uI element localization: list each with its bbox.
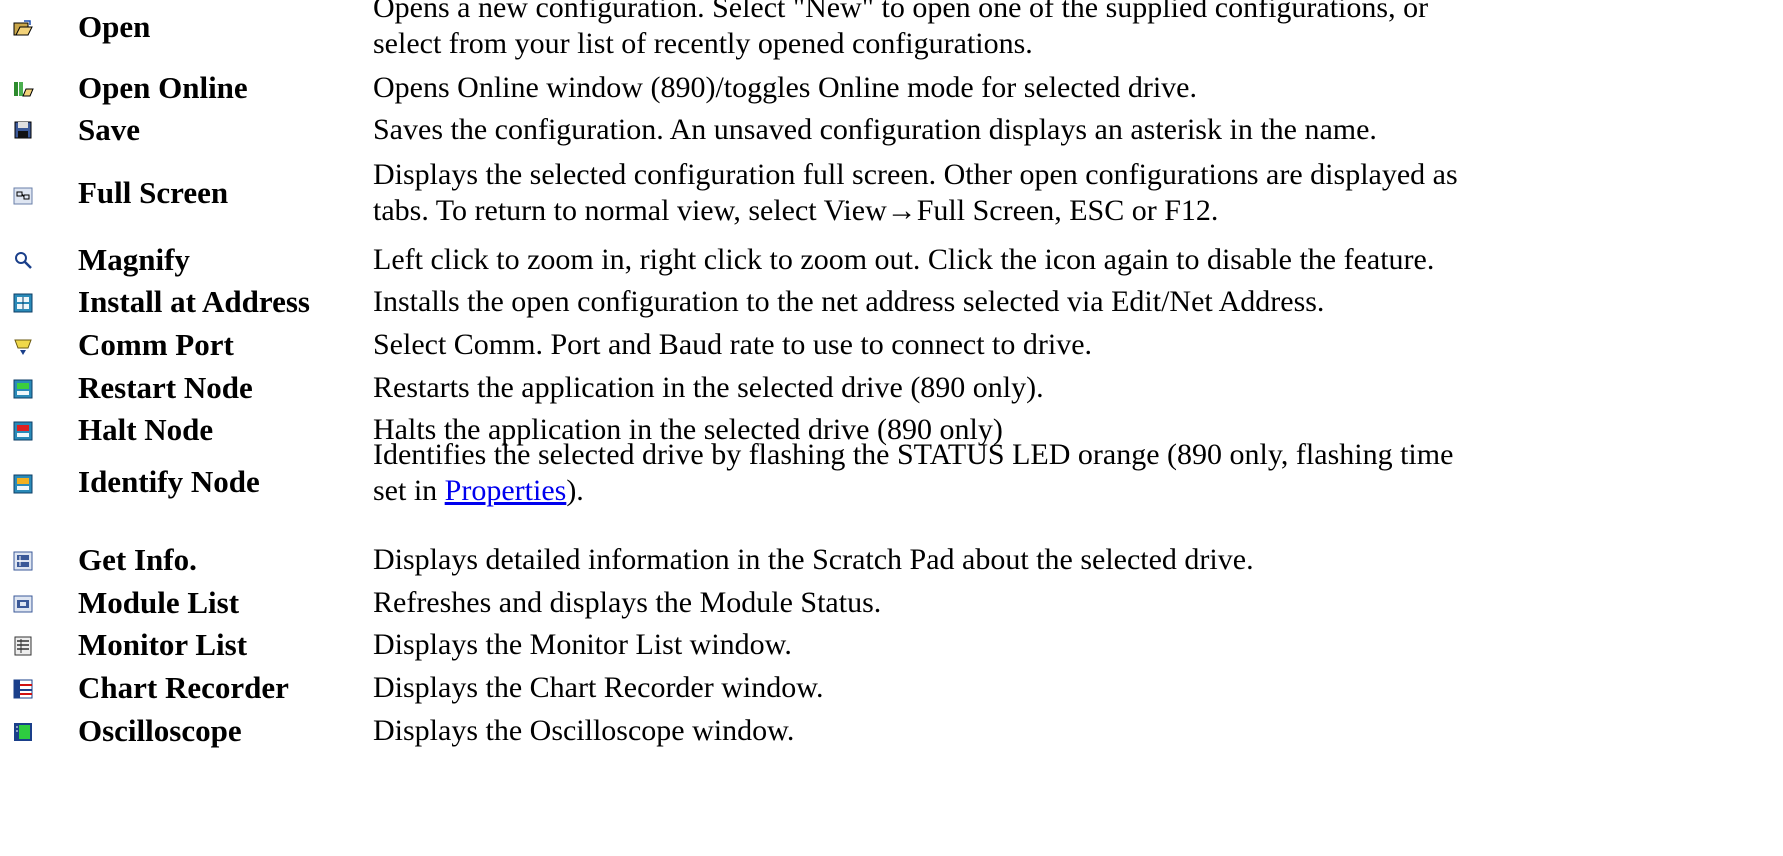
command-row-full-screen: Full Screen Displays the selected config… xyxy=(0,157,1783,229)
description-line: Opens a new configuration. Select "New" … xyxy=(373,0,1429,24)
get-info-icon xyxy=(12,550,34,572)
command-row-identify-node: Identify Node Identifies the selected dr… xyxy=(0,438,1783,519)
description-line: set in Properties). xyxy=(373,473,1783,509)
command-row-monitor-list: Monitor List Displays the Monitor List w… xyxy=(0,627,1783,663)
command-description: Displays the selected configuration full… xyxy=(373,157,1783,229)
install-at-address-icon xyxy=(12,292,34,314)
command-row-module-list: Module List Refreshes and displays the M… xyxy=(0,585,1783,621)
command-description: Saves the configuration. An unsaved conf… xyxy=(373,113,1377,146)
command-row-get-info: Get Info. Displays detailed information … xyxy=(0,542,1783,578)
command-row-oscilloscope: Oscilloscope Displays the Oscilloscope w… xyxy=(0,713,1783,749)
command-description: Installs the open configuration to the n… xyxy=(373,285,1325,318)
description-text: set in xyxy=(373,474,445,507)
module-list-icon xyxy=(12,593,34,615)
chart-recorder-icon xyxy=(12,678,34,700)
halt-node-icon xyxy=(12,420,34,442)
description-line: tabs. To return to normal view, select V… xyxy=(373,194,1219,227)
full-screen-icon xyxy=(12,185,34,207)
command-description: Opens Online window (890)/toggles Online… xyxy=(373,71,1197,104)
command-row-save: Save Saves the configuration. An unsaved… xyxy=(0,112,1783,148)
command-description: Opens a new configuration. Select "New" … xyxy=(373,0,1783,62)
command-row-chart-recorder: Chart Recorder Displays the Chart Record… xyxy=(0,670,1783,706)
command-row-install-at-address: Install at Address Installs the open con… xyxy=(0,284,1783,320)
command-description: Displays detailed information in the Scr… xyxy=(373,543,1254,576)
command-name: Monitor List xyxy=(78,627,248,662)
command-name: Open Online xyxy=(78,70,248,105)
command-name: Install at Address xyxy=(78,284,310,319)
command-name: Save xyxy=(78,112,140,147)
monitor-list-icon xyxy=(12,635,34,657)
command-description: Restarts the application in the selected… xyxy=(373,371,1044,404)
open-folder-icon xyxy=(12,17,34,39)
command-name: Identify Node xyxy=(78,464,260,499)
command-description: Displays the Chart Recorder window. xyxy=(373,671,824,704)
command-name: Restart Node xyxy=(78,370,253,405)
command-description: Identifies the selected drive by flashin… xyxy=(373,437,1783,509)
command-name: Comm Port xyxy=(78,327,234,362)
identify-node-icon xyxy=(12,473,34,495)
command-name: Chart Recorder xyxy=(78,670,289,705)
properties-link[interactable]: Properties xyxy=(445,474,567,507)
command-name: Magnify xyxy=(78,242,190,277)
command-description: Refreshes and displays the Module Status… xyxy=(373,586,882,619)
command-row-magnify: Magnify Left click to zoom in, right cli… xyxy=(0,242,1783,278)
command-name: Open xyxy=(78,9,151,44)
save-disk-icon xyxy=(12,119,34,141)
command-name: Get Info. xyxy=(78,542,197,577)
comm-port-icon xyxy=(12,335,34,357)
command-row-open: Open Opens a new configuration. Select "… xyxy=(0,0,1783,60)
description-line: select from your list of recently opened… xyxy=(373,27,1033,60)
command-name: Module List xyxy=(78,585,240,620)
command-name: Full Screen xyxy=(78,175,229,210)
magnify-icon xyxy=(12,249,34,271)
open-online-icon xyxy=(12,78,34,100)
command-description: Left click to zoom in, right click to zo… xyxy=(373,243,1435,276)
command-row-restart-node: Restart Node Restarts the application in… xyxy=(0,370,1783,406)
command-row-comm-port: Comm Port Select Comm. Port and Baud rat… xyxy=(0,327,1783,363)
command-name: Halt Node xyxy=(78,412,214,447)
command-name: Oscilloscope xyxy=(78,713,242,748)
command-description: Select Comm. Port and Baud rate to use t… xyxy=(373,328,1093,361)
restart-node-icon xyxy=(12,378,34,400)
description-line: Identifies the selected drive by flashin… xyxy=(373,438,1454,471)
command-description: Displays the Monitor List window. xyxy=(373,628,792,661)
description-text: ). xyxy=(566,474,584,507)
command-description: Displays the Oscilloscope window. xyxy=(373,714,795,747)
description-line: Displays the selected configuration full… xyxy=(373,158,1458,191)
command-row-open-online: Open Online Opens Online window (890)/to… xyxy=(0,70,1783,106)
oscilloscope-icon xyxy=(12,721,34,743)
